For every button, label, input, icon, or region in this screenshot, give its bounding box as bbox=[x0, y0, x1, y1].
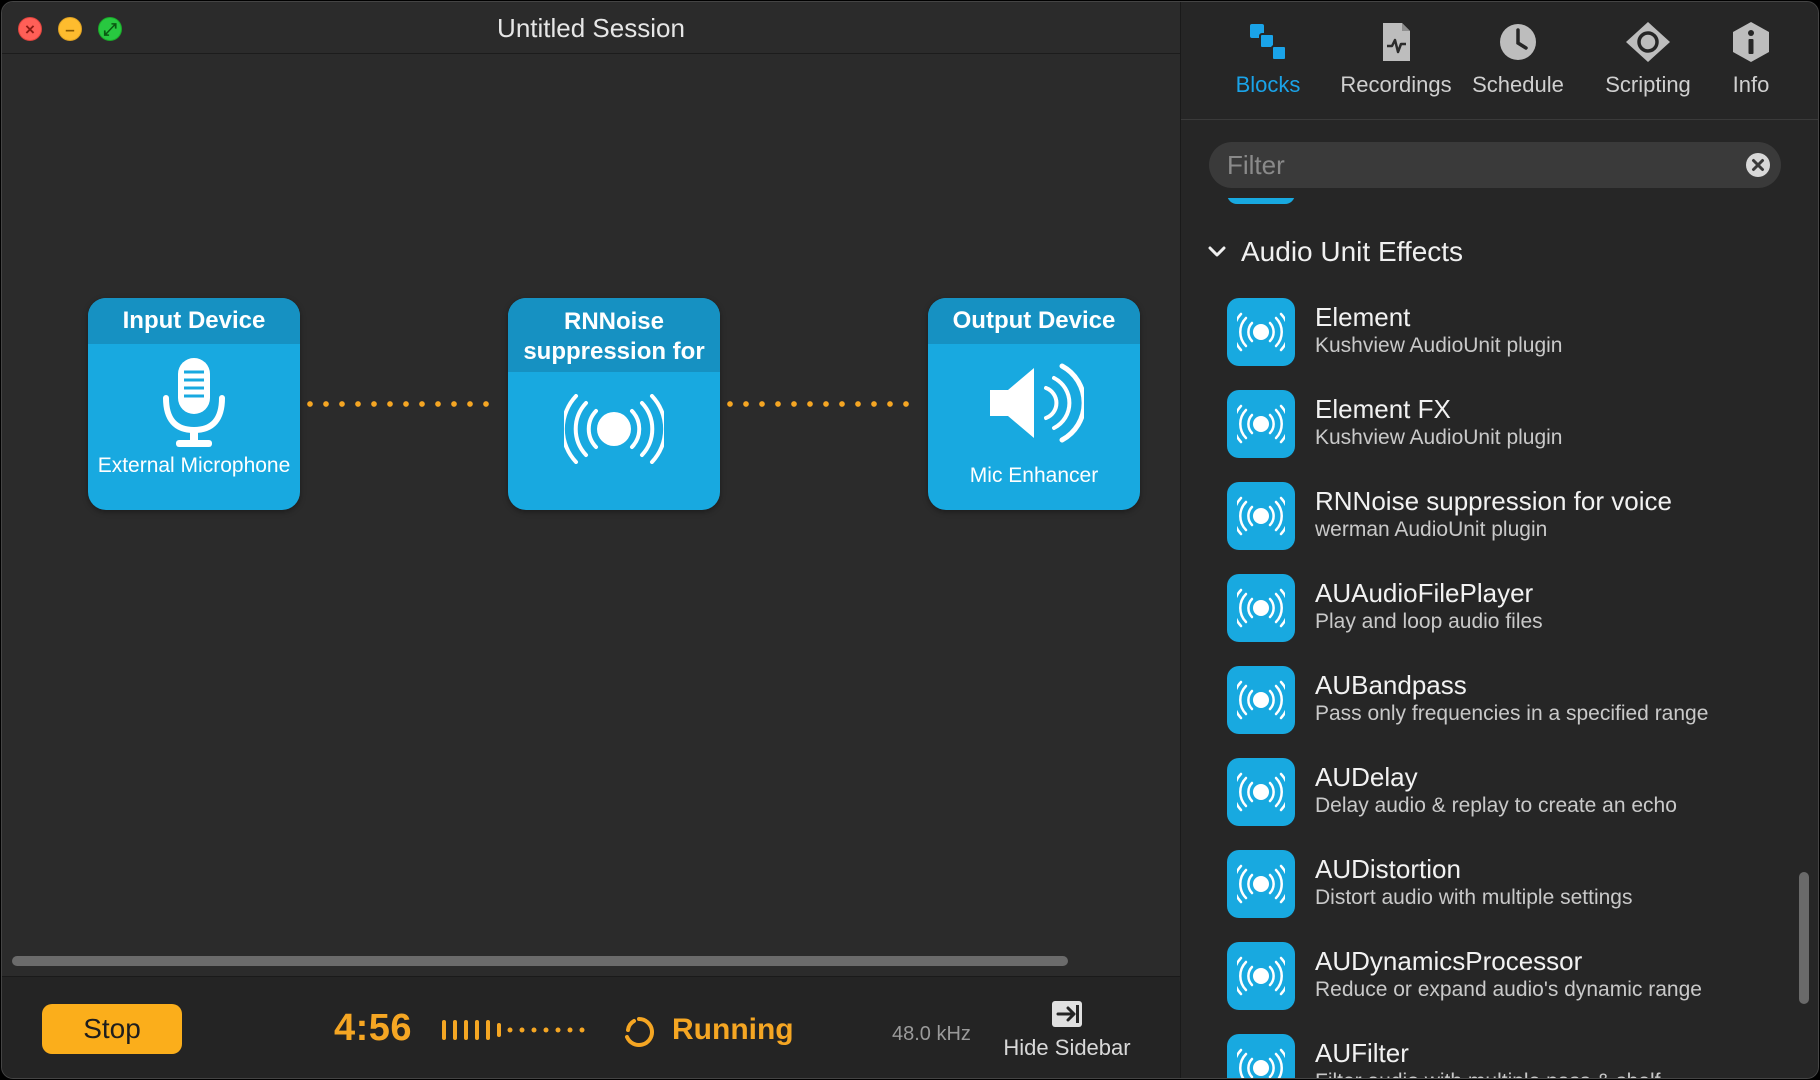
zoom-window-button[interactable]: ⤢ bbox=[98, 17, 122, 41]
rnnoise-block[interactable]: RNNoise suppression for bbox=[508, 298, 720, 510]
list-item[interactable]: AUDynamicsProcessor Reduce or expand audi… bbox=[1227, 942, 1787, 1014]
audio-unit-icon bbox=[1227, 942, 1295, 1010]
hide-sidebar-button[interactable]: Hide Sidebar bbox=[992, 999, 1142, 1061]
status-text: Running bbox=[672, 1013, 794, 1046]
list-item[interactable]: AUDelay Delay audio & replay to create an… bbox=[1227, 758, 1787, 830]
section-title: Audio Unit Effects bbox=[1241, 236, 1464, 267]
sidebar-tabs: Blocks Recordings Schedule Scripting Inf… bbox=[1181, 2, 1818, 120]
hide-sidebar-label: Hide Sidebar bbox=[1003, 1035, 1131, 1060]
blocks-icon bbox=[1250, 24, 1287, 61]
list-item[interactable]: RNNoise suppression for voice werman Audi… bbox=[1227, 482, 1787, 554]
audio-unit-icon bbox=[1227, 298, 1295, 366]
chevron-down-icon bbox=[1208, 246, 1226, 257]
block-header: Output Device bbox=[928, 298, 1140, 344]
audio-unit-icon bbox=[508, 394, 720, 464]
block-header: Input Device bbox=[88, 298, 300, 344]
item-description: Reduce or expand audio's dynamic range bbox=[1315, 978, 1702, 1001]
section-header-audio-unit-effects[interactable]: Audio Unit Effects bbox=[1207, 232, 1463, 272]
list-item[interactable]: AUDistortion Distort audio with multiple … bbox=[1227, 850, 1787, 922]
list-item[interactable]: Element Kushview AudioUnit plugin bbox=[1227, 298, 1787, 370]
tab-recordings[interactable]: Recordings bbox=[1331, 20, 1461, 98]
main-pane: Untitled Session × – ⤢ Input Device Exte… bbox=[2, 2, 1180, 1078]
block-subtitle: Mic Enhancer bbox=[969, 464, 1099, 487]
item-description: werman AudioUnit plugin bbox=[1315, 518, 1548, 541]
info-icon bbox=[1733, 22, 1769, 62]
item-description: Distort audio with multiple settings bbox=[1315, 886, 1633, 909]
transport-bar: Stop 4:56 Running 48.0 kHz Hide Sidebar bbox=[2, 976, 1180, 1078]
tab-label: Scripting bbox=[1605, 72, 1691, 97]
sample-rate: 48.0 kHz bbox=[892, 1023, 971, 1045]
output-device-block[interactable]: Output Device Mic Enhancer bbox=[928, 298, 1140, 510]
minimize-window-button[interactable]: – bbox=[58, 17, 82, 41]
list-item[interactable]: AUFilter Filter audio with multiple pass … bbox=[1227, 1034, 1787, 1078]
item-name: AUBandpass bbox=[1315, 670, 1467, 700]
elapsed-time: 4:56 bbox=[334, 1007, 413, 1049]
item-name: AUAudioFilePlayer bbox=[1315, 578, 1534, 608]
item-name: Element FX bbox=[1315, 394, 1451, 424]
hide-sidebar-icon bbox=[1050, 999, 1084, 1029]
speaker-icon bbox=[928, 360, 1140, 446]
item-description: Kushview AudioUnit plugin bbox=[1315, 426, 1563, 449]
item-description: Delay audio & replay to create an echo bbox=[1315, 794, 1677, 817]
item-name: AUDelay bbox=[1315, 762, 1418, 792]
tab-label: Blocks bbox=[1235, 72, 1301, 97]
item-name: AUFilter bbox=[1315, 1038, 1409, 1068]
audio-unit-icon bbox=[1227, 758, 1295, 826]
audio-unit-icon bbox=[1227, 1034, 1295, 1078]
tab-schedule[interactable]: Schedule bbox=[1453, 20, 1583, 98]
item-description: Kushview AudioUnit plugin bbox=[1315, 334, 1563, 357]
window-title: Untitled Session bbox=[497, 12, 685, 43]
audio-unit-icon bbox=[1227, 390, 1295, 458]
vertical-scrollbar[interactable] bbox=[1799, 872, 1809, 1004]
minimize-icon: – bbox=[65, 19, 75, 39]
stop-button[interactable]: Stop bbox=[42, 1004, 182, 1054]
tab-label: Recordings bbox=[1340, 72, 1452, 97]
audio-unit-icon bbox=[1227, 482, 1295, 550]
close-icon: × bbox=[25, 19, 35, 39]
level-meter bbox=[442, 1017, 592, 1043]
item-description: Pass only frequencies in a specified ran… bbox=[1315, 702, 1709, 725]
fullscreen-icon: ⤢ bbox=[103, 19, 117, 39]
clear-filter-icon[interactable] bbox=[1745, 152, 1771, 178]
item-name: RNNoise suppression for voice bbox=[1315, 486, 1672, 516]
connection-dotted-line bbox=[722, 401, 918, 407]
filter-input[interactable] bbox=[1227, 142, 1727, 188]
horizontal-scrollbar[interactable] bbox=[12, 956, 1068, 966]
block-list[interactable]: Audio Unit Effects Element Kushview Audio… bbox=[1181, 198, 1818, 1078]
list-item[interactable]: Element FX Kushview AudioUnit plugin bbox=[1227, 390, 1787, 462]
tab-label: Schedule bbox=[1472, 72, 1564, 97]
audio-unit-icon bbox=[1227, 666, 1295, 734]
filter-field[interactable] bbox=[1209, 142, 1781, 188]
input-device-block[interactable]: Input Device External Microphone bbox=[88, 298, 300, 510]
clock-icon bbox=[1500, 24, 1536, 60]
app-window: Untitled Session × – ⤢ Input Device Exte… bbox=[1, 1, 1819, 1079]
item-name: AUDistortion bbox=[1315, 854, 1461, 884]
item-name: Element bbox=[1315, 302, 1411, 332]
list-item[interactable]: AUAudioFilePlayer Play and loop audio fil… bbox=[1227, 574, 1787, 646]
title-bar: Untitled Session × – ⤢ bbox=[2, 2, 1180, 54]
item-description: Filter audio with multiple pass & shelf bbox=[1315, 1070, 1735, 1078]
block-subtitle: External Microphone bbox=[97, 454, 291, 477]
scripting-icon bbox=[1626, 22, 1670, 62]
item-description: Play and loop audio files bbox=[1315, 610, 1543, 633]
audio-unit-icon bbox=[1227, 574, 1295, 642]
sidebar: Blocks Recordings Schedule Scripting Inf… bbox=[1180, 2, 1818, 1078]
list-item[interactable]: AUBandpass Pass only frequencies in a spe… bbox=[1227, 666, 1787, 738]
tab-info[interactable]: Info bbox=[1701, 20, 1801, 98]
tab-blocks[interactable]: Blocks bbox=[1203, 20, 1333, 98]
session-canvas[interactable]: Input Device External Microphone RNNoise… bbox=[2, 54, 1180, 974]
item-name: AUDynamicsProcessor bbox=[1315, 946, 1583, 976]
close-window-button[interactable]: × bbox=[18, 17, 42, 41]
list-item-tile-partial bbox=[1227, 198, 1295, 204]
recordings-icon bbox=[1383, 23, 1410, 61]
tab-scripting[interactable]: Scripting bbox=[1583, 20, 1713, 98]
microphone-icon bbox=[88, 354, 300, 454]
audio-unit-icon bbox=[1227, 850, 1295, 918]
connection-dotted-line bbox=[302, 401, 498, 407]
tab-label: Info bbox=[1732, 72, 1770, 97]
spinner-icon bbox=[622, 1015, 656, 1049]
block-header: RNNoise suppression for bbox=[508, 298, 720, 372]
